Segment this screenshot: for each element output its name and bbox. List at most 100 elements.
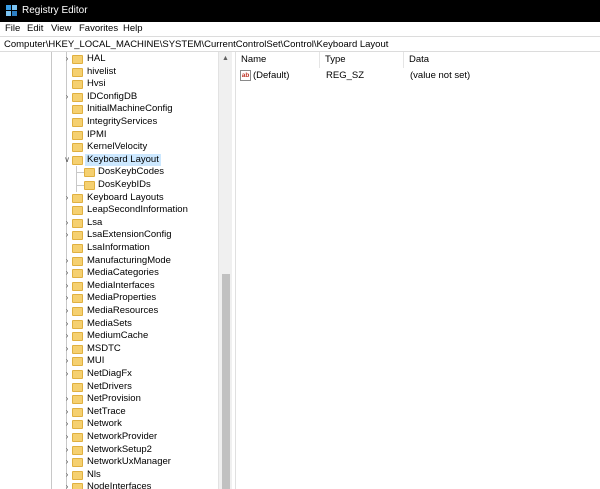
menu-edit[interactable]: Edit (27, 23, 43, 35)
tree-item-label: NetProvision (87, 393, 141, 405)
tree-item[interactable]: › MediumCache (0, 330, 218, 343)
tree-item[interactable]: › MediaResources (0, 305, 218, 318)
tree-item[interactable]: › LsaExtensionConfig (0, 229, 218, 242)
chevron-right-icon[interactable]: › (62, 218, 72, 228)
chevron-right-icon[interactable]: › (62, 306, 72, 316)
chevron-right-icon[interactable]: › (62, 419, 72, 429)
tree-item-label: KernelVelocity (87, 141, 148, 153)
chevron-right-icon[interactable]: › (62, 369, 72, 379)
tree-item[interactable]: › Lsa (0, 217, 218, 230)
tree-item-label: LsaInformation (87, 242, 150, 253)
chevron-right-icon[interactable]: › (62, 256, 72, 266)
tree-item[interactable]: › NetProvision (0, 393, 218, 406)
tree-item[interactable]: › Keyboard Layouts (0, 192, 218, 205)
tree-item[interactable]: ∨ Keyboard Layout (0, 153, 218, 167)
tree-item[interactable]: InitialMachineConfig (0, 103, 218, 116)
menu-favorites[interactable]: Favorites (79, 23, 118, 35)
tree-item-label: MUI (87, 355, 105, 367)
value-row[interactable]: ab (Default) REG_SZ (value not set) (236, 69, 600, 82)
tree-item[interactable]: › MUI (0, 355, 218, 368)
column-header-type[interactable]: Type (320, 52, 404, 68)
menu-view[interactable]: View (51, 23, 71, 35)
tree-item-label: IPMI (87, 128, 107, 140)
chevron-right-icon[interactable]: › (62, 293, 72, 303)
key-tree[interactable]: › HAL hivelist Hvsi › IDConfigDB InitialMachin… (0, 52, 232, 489)
chevron-right-icon[interactable]: › (62, 319, 72, 329)
tree-item[interactable]: › MediaInterfaces (0, 280, 218, 293)
chevron-right-icon[interactable]: › (62, 482, 72, 489)
tree-item-label: NetDiagFx (87, 368, 132, 379)
chevron-right-icon[interactable]: › (62, 394, 72, 404)
chevron-right-icon[interactable]: › (62, 445, 72, 455)
chevron-right-icon[interactable]: › (62, 432, 72, 442)
tree-item[interactable]: Hvsi (0, 78, 218, 91)
scroll-thumb[interactable] (222, 274, 230, 489)
tree-item-label: HAL (87, 53, 106, 64)
chevron-right-icon[interactable]: › (62, 356, 72, 366)
value-list[interactable]: Name Type Data ab (Default) REG_SZ (valu… (236, 52, 600, 489)
tree-scrollbar[interactable]: ▲ (218, 52, 232, 489)
chevron-right-icon[interactable]: › (62, 268, 72, 278)
folder-icon (72, 143, 83, 153)
column-header-name[interactable]: Name (236, 52, 320, 68)
chevron-right-icon[interactable]: › (62, 92, 72, 102)
tree-item-label: LeapSecondInformation (87, 204, 188, 216)
tree-item[interactable]: DosKeybIDs (0, 179, 218, 192)
folder-icon (72, 307, 83, 316)
tree-item[interactable]: › ManufacturingMode (0, 255, 218, 268)
tree-item[interactable]: LeapSecondInformation (0, 204, 218, 217)
tree-item[interactable]: › MediaSets (0, 318, 218, 331)
tree-item[interactable]: › NodeInterfaces (0, 481, 218, 489)
tree-item[interactable]: › NetworkUxManager (0, 456, 218, 469)
folder-icon (72, 382, 83, 392)
tree-item-label: MediaSets (87, 317, 132, 329)
tree-item-label: ManufacturingMode (87, 254, 171, 266)
tree-item[interactable]: › MediaProperties (0, 292, 218, 305)
chevron-right-icon[interactable]: › (62, 457, 72, 467)
tree-item[interactable]: › MSDTC (0, 343, 218, 356)
address-path[interactable]: Computer\HKEY_LOCAL_MACHINE\SYSTEM\Curre… (4, 38, 388, 51)
folder-icon (72, 218, 83, 228)
tree-item[interactable]: NetDrivers (0, 381, 218, 394)
tree-item[interactable]: KernelVelocity (0, 141, 218, 154)
folder-icon (72, 458, 83, 468)
tree-item[interactable]: LsaInformation (0, 242, 218, 255)
chevron-right-icon[interactable]: › (62, 193, 72, 203)
tree-item[interactable]: hivelist (0, 66, 218, 79)
chevron-right-icon[interactable]: › (62, 54, 72, 64)
tree-item[interactable]: › NetTrace (0, 406, 218, 419)
tree-item[interactable]: › NetworkSetup2 (0, 444, 218, 457)
chevron-right-icon[interactable]: › (62, 470, 72, 480)
menu-help[interactable]: Help (123, 23, 143, 35)
folder-icon (72, 470, 83, 480)
folder-icon (72, 256, 83, 266)
registry-editor-icon (6, 5, 17, 16)
tree-item-label: NetworkProvider (87, 431, 158, 442)
tree-item[interactable]: IPMI (0, 129, 218, 142)
column-header-data[interactable]: Data (404, 52, 600, 68)
tree-item[interactable]: IntegrityServices (0, 116, 218, 129)
address-bar[interactable]: Computer\HKEY_LOCAL_MACHINE\SYSTEM\Curre… (0, 36, 600, 52)
tree-item-label: MSDTC (87, 342, 121, 354)
value-type: REG_SZ (326, 70, 365, 81)
chevron-right-icon[interactable]: › (62, 230, 72, 240)
tree-item[interactable]: › MediaCategories (0, 267, 218, 280)
tree-item[interactable]: › IDConfigDB (0, 91, 218, 104)
scroll-up-arrow-icon[interactable]: ▲ (219, 52, 232, 65)
tree-item[interactable]: › HAL (0, 53, 218, 66)
folder-icon (72, 294, 83, 304)
tree-item[interactable]: DosKeybCodes (0, 166, 218, 179)
window-title: Registry Editor (22, 5, 88, 16)
value-data: (value not set) (410, 70, 471, 81)
tree-item[interactable]: › Nls (0, 469, 218, 482)
chevron-right-icon[interactable]: › (62, 344, 72, 354)
chevron-right-icon[interactable]: › (62, 281, 72, 291)
folder-icon (72, 118, 83, 127)
chevron-right-icon[interactable]: › (62, 331, 72, 341)
tree-item[interactable]: › NetDiagFx (0, 368, 218, 381)
tree-item[interactable]: › NetworkProvider (0, 431, 218, 444)
menu-file[interactable]: File (5, 23, 20, 35)
tree-item[interactable]: › Network (0, 418, 218, 431)
chevron-down-icon[interactable]: ∨ (62, 155, 72, 165)
chevron-right-icon[interactable]: › (62, 407, 72, 417)
